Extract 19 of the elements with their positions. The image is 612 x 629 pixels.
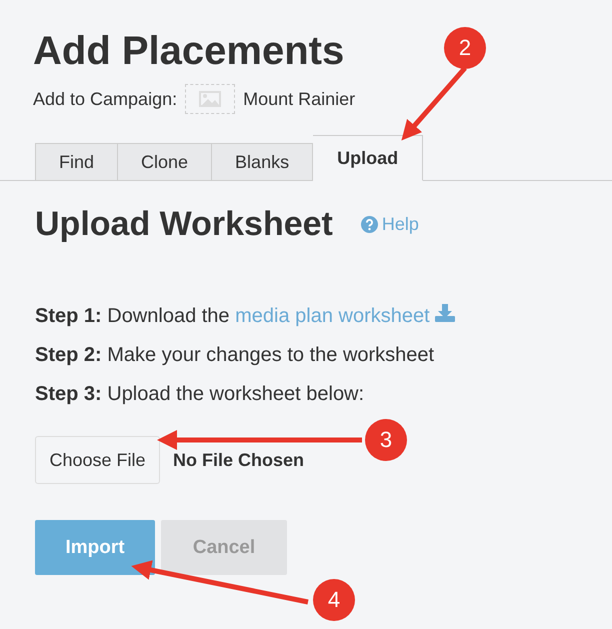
choose-file-button[interactable]: Choose File xyxy=(35,436,160,484)
download-icon xyxy=(435,304,456,322)
step-number-badge: 2 xyxy=(444,27,486,69)
tab[interactable]: Find xyxy=(35,143,118,181)
campaign-name: Mount Rainier xyxy=(243,88,356,110)
campaign-label: Add to Campaign: xyxy=(33,88,178,110)
step-text: Step 2: Make your changes to the worksheet xyxy=(35,343,436,368)
tab[interactable]: Blanks xyxy=(212,143,314,181)
step-text: Step 3: Upload the worksheet below: xyxy=(35,382,366,407)
help-icon xyxy=(360,216,378,233)
step-text: Step 1: Download the media plan worksheet xyxy=(35,303,612,330)
image-placeholder xyxy=(185,84,236,114)
tab[interactable]: Clone xyxy=(118,143,212,181)
section-heading: Upload Worksheet xyxy=(35,205,333,244)
tab[interactable]: Upload xyxy=(313,135,424,181)
file-status: No File Chosen xyxy=(173,450,304,470)
step-number-badge: 4 xyxy=(313,579,355,621)
step-number-badge: 3 xyxy=(365,419,407,461)
page-title: Add Placements xyxy=(33,28,344,74)
